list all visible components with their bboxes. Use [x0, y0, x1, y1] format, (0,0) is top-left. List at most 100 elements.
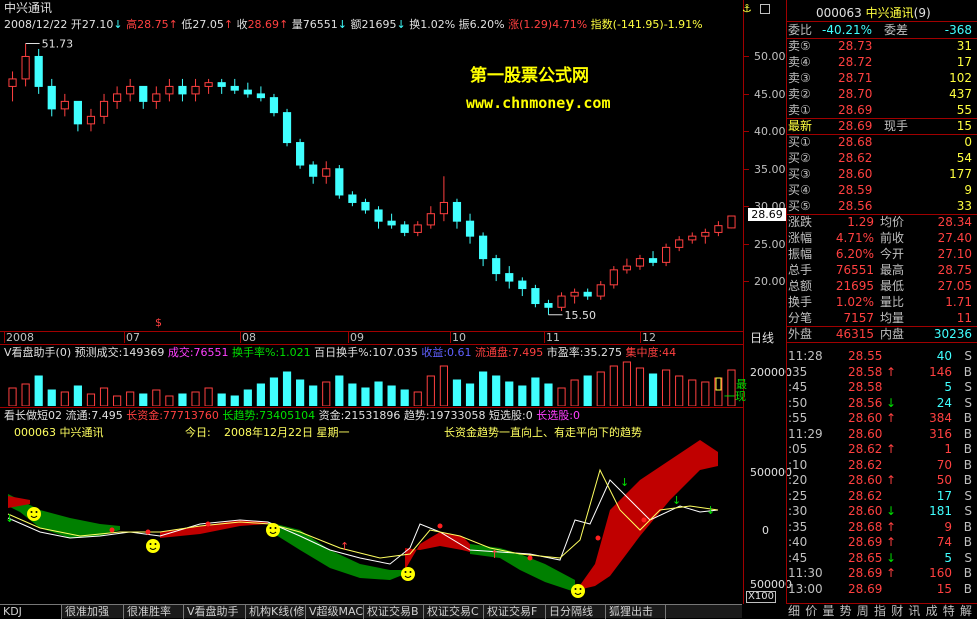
candle[interactable]	[191, 78, 200, 102]
candle[interactable]	[609, 266, 618, 289]
candle[interactable]	[21, 43, 30, 87]
volume-bar	[256, 383, 265, 406]
bottom-menu-item[interactable]: 讯	[908, 604, 920, 618]
stat-value: 27.05	[937, 279, 972, 293]
candle[interactable]	[583, 288, 592, 300]
candle[interactable]	[492, 254, 501, 282]
tab-indicator[interactable]: V超级MACD	[306, 605, 364, 619]
tab-indicator[interactable]: 很准胜率	[124, 605, 184, 619]
candle[interactable]	[596, 281, 605, 300]
candle[interactable]	[452, 198, 462, 229]
candle[interactable]	[479, 232, 488, 267]
candle[interactable]	[505, 266, 514, 289]
candle[interactable]	[178, 78, 187, 102]
trend-indicator-name[interactable]: 看长做短02	[4, 409, 62, 422]
candle[interactable]	[531, 284, 540, 308]
last-value: 28.69	[838, 119, 873, 133]
bottom-menu-item[interactable]: 量	[822, 604, 834, 618]
candle[interactable]	[152, 86, 161, 109]
quote-table: 委比 -40.21% 委差 -368 卖⑤ 28.73 31 卖④ 28.72 17 卖③ 28.71…	[786, 22, 977, 602]
tab-indicator[interactable]: V看盘助手	[184, 605, 246, 619]
bottom-menu-item[interactable]: 价	[805, 604, 817, 618]
candle[interactable]	[86, 108, 96, 132]
tick-volume: 1	[944, 442, 952, 456]
bottom-menu-item[interactable]: 成	[926, 604, 938, 618]
tab-indicator[interactable]: 权证交易B	[364, 605, 424, 619]
candle[interactable]	[518, 277, 527, 297]
candle[interactable]	[714, 221, 723, 237]
tab-indicator[interactable]: 机构K线(修)	[246, 605, 306, 619]
bid-row: 买③ 28.60 177	[788, 166, 974, 182]
candle[interactable]	[413, 221, 422, 237]
tab-indicator[interactable]: 权证交易C	[424, 605, 484, 619]
volume-indicator-name[interactable]: V看盘助手(0)	[4, 346, 71, 359]
candle[interactable]	[648, 251, 658, 267]
candle[interactable]	[243, 82, 252, 98]
candle[interactable]	[348, 191, 357, 207]
volume-bar	[204, 387, 213, 406]
webi-label: 委比	[788, 23, 813, 37]
candle[interactable]	[309, 161, 318, 184]
candle[interactable]	[465, 213, 475, 244]
candle[interactable]	[47, 78, 56, 117]
candle[interactable]	[400, 221, 409, 237]
volume-bar	[387, 385, 396, 406]
candle[interactable]	[282, 108, 292, 147]
candle[interactable]	[374, 206, 383, 229]
candle[interactable]	[73, 100, 82, 132]
now-label: 现手	[884, 119, 909, 133]
bottom-menu-item[interactable]: 周	[857, 604, 869, 618]
bottom-menu-item[interactable]: 势	[840, 604, 852, 618]
candle[interactable]	[439, 176, 448, 222]
top-right-icons[interactable]: ⚓	[742, 2, 778, 16]
candle[interactable]	[622, 258, 631, 274]
anchor-icon[interactable]: ⚓	[742, 2, 752, 15]
candle[interactable]	[635, 254, 645, 270]
tab-indicator[interactable]: KDJ	[0, 605, 62, 619]
tab-indicator[interactable]: 狐狸出击	[606, 605, 666, 619]
volume-item-label: 收益:	[417, 346, 448, 359]
candle[interactable]	[727, 215, 736, 229]
period-label[interactable]: 日线	[750, 332, 774, 345]
candle[interactable]	[544, 299, 553, 315]
tab-indicator[interactable]: 权证交易F	[484, 605, 546, 619]
candle[interactable]	[126, 78, 135, 102]
candle[interactable]	[165, 78, 174, 102]
candle[interactable]	[322, 161, 331, 184]
price-axis-tick-mark	[744, 56, 749, 58]
candle[interactable]	[387, 213, 396, 229]
candle[interactable]	[230, 78, 239, 94]
candle[interactable]	[269, 93, 279, 117]
candle[interactable]	[296, 138, 305, 169]
candle[interactable]	[335, 165, 344, 199]
trend-item-label: 资金:	[315, 409, 345, 422]
bottom-menu-item[interactable]: 细	[788, 604, 800, 618]
bottom-menu-item[interactable]: 解	[960, 604, 972, 618]
bottom-menu-item[interactable]: 特	[943, 604, 955, 618]
tab-indicator[interactable]: 很准加强	[62, 605, 124, 619]
candlestick-chart[interactable]: 51.73 15.50	[0, 30, 744, 330]
box-icon[interactable]	[760, 4, 770, 14]
candle[interactable]	[113, 86, 122, 109]
candle[interactable]	[60, 93, 69, 117]
candle[interactable]	[688, 232, 697, 244]
candle[interactable]	[34, 48, 43, 94]
candle[interactable]	[8, 71, 17, 102]
tab-indicator[interactable]: 日分隔线	[546, 605, 606, 619]
candle[interactable]	[570, 288, 579, 304]
candle[interactable]	[256, 86, 265, 102]
volume-bar	[374, 381, 383, 406]
candle[interactable]	[662, 243, 671, 267]
candle[interactable]	[361, 198, 370, 214]
tick-price: 28.55	[848, 349, 883, 363]
candle[interactable]	[217, 78, 226, 94]
volume-item-label: 预测成交:	[74, 346, 123, 359]
candle[interactable]	[426, 206, 435, 229]
candle[interactable]	[99, 93, 109, 124]
candle[interactable]	[701, 228, 710, 244]
candle[interactable]	[139, 85, 148, 109]
candle[interactable]	[675, 236, 684, 252]
bottom-menu-item[interactable]: 财	[891, 604, 903, 618]
bottom-menu-item[interactable]: 指	[874, 604, 886, 618]
candle[interactable]	[204, 78, 213, 94]
